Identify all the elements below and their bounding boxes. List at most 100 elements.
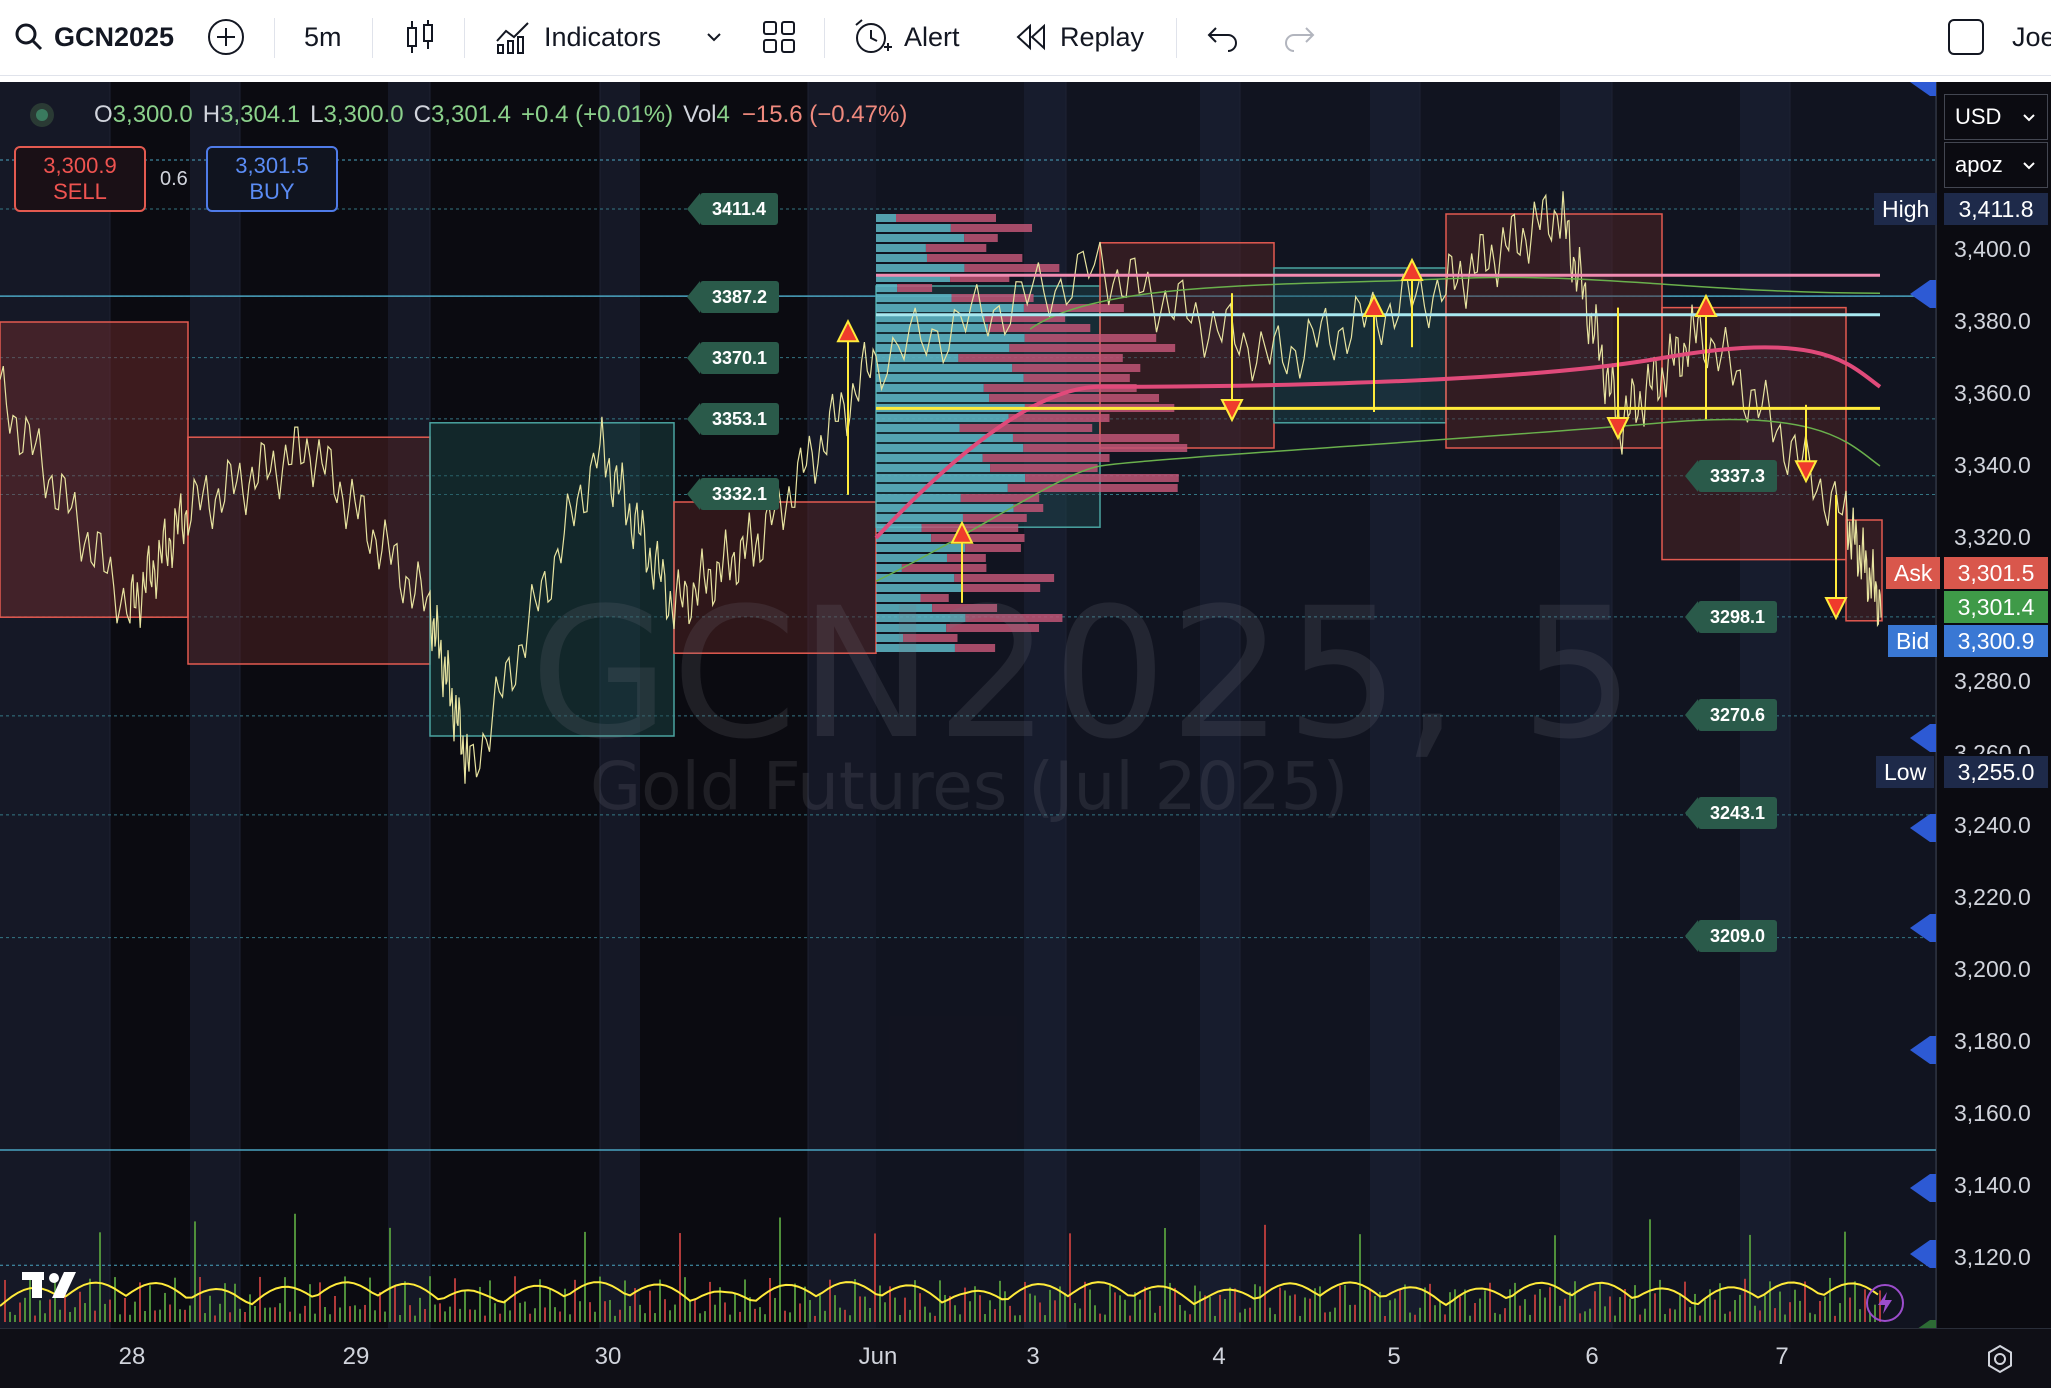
volume-bar xyxy=(69,1311,71,1322)
close-value: 3,301.4 xyxy=(430,101,512,128)
level-label: 3411.4 xyxy=(686,193,779,225)
volume-bar xyxy=(709,1281,711,1322)
volume-bar xyxy=(109,1299,111,1322)
volume-bar xyxy=(554,1307,556,1322)
volume-value: 4 xyxy=(716,101,730,128)
volume-bar xyxy=(1789,1302,1791,1322)
volume-bar xyxy=(1859,1309,1861,1322)
last-price-tag: 3,301.4 xyxy=(1944,591,2048,623)
replay-button[interactable]: Replay xyxy=(1014,14,1144,60)
volume-bar xyxy=(334,1295,336,1322)
undo-button[interactable] xyxy=(1206,14,1240,60)
volume-bar xyxy=(169,1304,171,1322)
close-label: C xyxy=(413,101,431,128)
volume-bar xyxy=(1319,1286,1321,1322)
volume-bar xyxy=(614,1315,616,1322)
volume-bar xyxy=(944,1294,946,1322)
time-axis[interactable]: 28 29 30 Jun 3 4 5 6 7 xyxy=(0,1328,2051,1388)
volume-bar xyxy=(319,1282,321,1322)
chart-type-button[interactable] xyxy=(404,14,436,60)
volume-profile-bar xyxy=(876,304,1024,312)
high-label: H xyxy=(202,101,221,128)
price-tick: 3,320.0 xyxy=(1954,524,2031,550)
volume-bar xyxy=(434,1304,436,1322)
volume-bar xyxy=(389,1227,391,1322)
price-tick: 3,220.0 xyxy=(1954,884,2031,910)
volume-profile-bar xyxy=(990,464,1098,472)
volume-bar xyxy=(639,1304,641,1322)
layouts-button[interactable] xyxy=(762,14,796,60)
volume-bar xyxy=(1234,1288,1236,1322)
volume-bar xyxy=(329,1314,331,1322)
scale-dropdown[interactable]: apoz xyxy=(1944,142,2048,188)
volume-bar xyxy=(514,1276,516,1322)
settings-gear-icon[interactable] xyxy=(1984,1343,2016,1380)
indicators-dropdown[interactable] xyxy=(704,14,724,60)
ask-tag-value: 3,301.5 xyxy=(1944,557,2048,589)
indicators-icon xyxy=(496,22,529,54)
level-label: 3298.1 xyxy=(1684,601,1778,633)
volume-profile-bar xyxy=(876,474,1026,482)
volume-bar xyxy=(274,1307,276,1322)
volume-bar xyxy=(289,1311,291,1322)
lightning-icon[interactable] xyxy=(1866,1284,1904,1322)
symbol-search[interactable]: GCN2025 xyxy=(14,14,174,60)
volume-bar xyxy=(1119,1295,1121,1322)
volume-bar xyxy=(564,1288,566,1322)
tradingview-logo[interactable] xyxy=(20,1268,90,1302)
volume-bar xyxy=(714,1304,716,1322)
volume-bar xyxy=(1779,1291,1781,1322)
alert-button[interactable]: Alert xyxy=(852,14,960,60)
volume-bar xyxy=(14,1314,16,1322)
volume-bar xyxy=(819,1295,821,1322)
volume-bar xyxy=(189,1305,191,1322)
volume-bar xyxy=(1019,1315,1021,1322)
high-tag-value: 3,411.8 xyxy=(1944,193,2048,225)
volume-bar xyxy=(1754,1305,1756,1322)
volume-bar xyxy=(1699,1315,1701,1322)
volume-bar xyxy=(1339,1285,1341,1322)
volume-bar xyxy=(579,1301,581,1322)
volume-bar xyxy=(444,1311,446,1322)
volume-bar xyxy=(954,1305,956,1322)
chevron-down-icon xyxy=(2023,114,2035,122)
volume-bar xyxy=(1704,1299,1706,1322)
volume-bar xyxy=(114,1277,116,1322)
status-dot-icon[interactable] xyxy=(30,103,54,127)
ask-tag-label: Ask xyxy=(1886,557,1941,589)
volume-bar xyxy=(879,1285,881,1322)
indicators-button[interactable]: Indicators xyxy=(494,14,661,60)
volume-bar xyxy=(94,1310,96,1322)
level-label: 3332.1 xyxy=(686,478,780,510)
alarm-clock-icon xyxy=(855,19,892,53)
volume-bar xyxy=(799,1303,801,1322)
chevron-down-icon xyxy=(707,33,721,42)
volume-bar xyxy=(484,1315,486,1322)
user-menu[interactable]: Joe xyxy=(2012,14,2051,60)
volume-bar xyxy=(1179,1304,1181,1322)
redo-button[interactable] xyxy=(1282,14,1316,60)
volume-bar xyxy=(454,1278,456,1322)
volume-bar xyxy=(1799,1300,1801,1322)
time-label: 3 xyxy=(1026,1343,1040,1370)
volume-bar xyxy=(1189,1314,1191,1322)
volume-profile-bar xyxy=(958,354,1123,362)
checkbox-button[interactable] xyxy=(1946,14,1986,60)
volume-bar xyxy=(374,1310,376,1322)
volume-bar xyxy=(989,1300,991,1322)
volume-bar xyxy=(704,1311,706,1322)
volume-bar xyxy=(679,1233,681,1322)
price-tick: 3,200.0 xyxy=(1954,956,2031,982)
sell-button[interactable]: 3,300.9 SELL xyxy=(14,146,146,212)
buy-button[interactable]: 3,301.5 BUY xyxy=(206,146,338,212)
currency-dropdown[interactable]: USD xyxy=(1944,94,2048,140)
volume-profile-bar xyxy=(951,294,1034,302)
volume-bar xyxy=(9,1311,11,1322)
volume-profile-bar xyxy=(1023,444,1188,452)
compare-symbol-button[interactable] xyxy=(206,14,246,60)
volume-bar xyxy=(1594,1291,1596,1322)
volume-bar xyxy=(124,1297,126,1322)
interval-button[interactable]: 5m xyxy=(304,14,342,60)
volume-profile-bar xyxy=(964,264,1060,272)
volume-profile-bar xyxy=(876,554,947,562)
